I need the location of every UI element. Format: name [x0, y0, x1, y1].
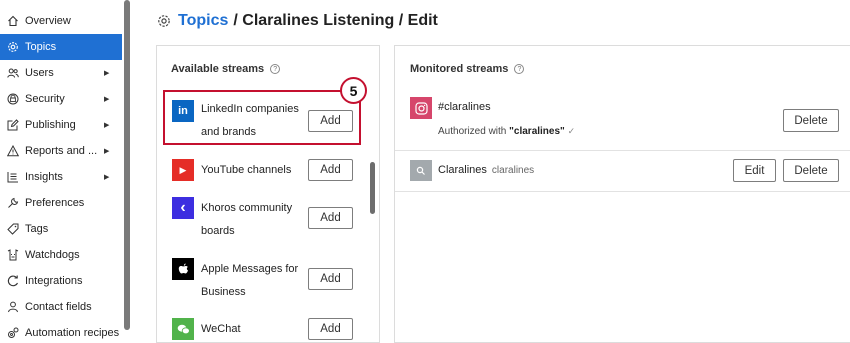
sidebar-item-label: Insights — [25, 171, 63, 183]
sidebar-item-users[interactable]: Users ▶ — [0, 60, 122, 86]
info-icon[interactable]: ? — [270, 64, 281, 74]
sidebar-item-label: Integrations — [25, 275, 83, 287]
streams-scrollbar-thumb[interactable] — [370, 162, 375, 214]
page-title: Topics / Claralines Listening / Edit — [157, 10, 438, 32]
breadcrumb-current: / Claralines Listening / Edit — [233, 12, 438, 29]
list-item-khoros: ‹ Khoros community boards Add — [157, 194, 379, 242]
sidebar-item-security[interactable]: Security ▶ — [0, 86, 122, 112]
monitored-streams-panel: Monitored streams ? — [394, 45, 850, 343]
gear-icon — [158, 15, 170, 27]
sidebar: Overview Topics Users ▶ Security ▶ Publi… — [0, 0, 123, 343]
sidebar-item-label: Watchdogs — [25, 249, 80, 261]
breadcrumb-topics-link[interactable]: Topics — [178, 12, 228, 30]
sidebar-item-label: Security — [25, 93, 65, 105]
sidebar-item-reports[interactable]: Reports and ... ▶ — [0, 138, 122, 164]
sidebar-item-automation-recipes[interactable]: Automation recipes — [0, 320, 122, 343]
instagram-icon — [410, 97, 432, 119]
khoros-icon: ‹ — [172, 197, 194, 219]
stream-label: Apple Messages for Business — [201, 263, 299, 298]
delete-instagram-button[interactable]: Delete — [783, 109, 839, 132]
automation-icon — [7, 327, 19, 339]
edit-claralines-button[interactable]: Edit — [733, 159, 776, 182]
sidebar-item-label: Tags — [25, 223, 49, 235]
wrench-icon — [7, 197, 19, 209]
chevron-right-icon: ▶ — [104, 148, 110, 155]
highlight-box — [163, 90, 361, 145]
sidebar-item-label: Reports and ... — [25, 145, 98, 157]
monitored-stream-name: Claralines claralines — [438, 164, 534, 176]
sidebar-item-integrations[interactable]: Integrations — [0, 268, 122, 294]
monitored-streams-title: Monitored streams — [410, 63, 509, 75]
info-icon[interactable]: ? — [514, 64, 525, 74]
sidebar-item-label: Publishing — [25, 119, 76, 131]
stream-label: WeChat — [201, 323, 241, 335]
chevron-right-icon: ▶ — [104, 122, 110, 129]
sidebar-item-publishing[interactable]: Publishing ▶ — [0, 112, 122, 138]
stream-label: Khoros community boards — [201, 202, 293, 237]
sidebar-item-watchdogs[interactable]: Watchdogs — [0, 242, 122, 268]
sidebar-item-contact-fields[interactable]: Contact fields — [0, 294, 122, 320]
stream-label: YouTube channels — [201, 164, 292, 176]
list-item-youtube: ▶ YouTube channels Add — [157, 158, 379, 184]
add-wechat-button[interactable]: Add — [308, 318, 353, 340]
stream-handle: claralines — [491, 165, 535, 176]
gear-icon — [7, 41, 19, 53]
sidebar-item-label: Overview — [25, 15, 71, 27]
monitored-streams-heading: Monitored streams ? — [410, 63, 525, 75]
add-youtube-button[interactable]: Add — [308, 159, 353, 181]
sidebar-item-tags[interactable]: Tags — [0, 216, 122, 242]
check-icon: ✓ — [567, 126, 576, 136]
sidebar-item-label: Users — [25, 67, 54, 79]
stream-name: Claralines — [438, 164, 487, 176]
sidebar-item-preferences[interactable]: Preferences — [0, 190, 122, 216]
sidebar-scrollbar-thumb[interactable] — [124, 0, 130, 330]
authorization-status: Authorized with "claralines" ✓ — [438, 126, 575, 137]
available-streams-title: Available streams — [171, 63, 265, 75]
available-streams-heading: Available streams ? — [171, 63, 281, 75]
apple-icon — [172, 258, 194, 280]
add-apple-messages-button[interactable]: Add — [308, 268, 353, 290]
sidebar-item-label: Topics — [25, 41, 57, 53]
person-icon — [7, 301, 19, 313]
monitored-stream-name: #claralines — [438, 101, 491, 113]
chevron-right-icon: ▶ — [104, 96, 110, 103]
row-divider — [395, 150, 850, 151]
wechat-icon — [172, 318, 194, 340]
authorized-prefix: Authorized with — [438, 126, 507, 137]
list-item-apple-messages: Apple Messages for Business Add — [157, 255, 379, 303]
add-khoros-button[interactable]: Add — [308, 207, 353, 229]
users-icon — [7, 67, 19, 79]
list-item-wechat: WeChat Add — [157, 318, 379, 343]
tag-icon — [7, 223, 19, 235]
authorized-account: "claralines" — [509, 126, 565, 137]
refresh-icon — [7, 275, 19, 287]
delete-claralines-button[interactable]: Delete — [783, 159, 839, 182]
search-icon — [410, 160, 432, 181]
warning-icon — [7, 145, 19, 157]
home-icon — [7, 15, 19, 27]
chart-icon — [7, 171, 19, 183]
youtube-icon: ▶ — [172, 159, 194, 181]
watchdog-icon — [7, 249, 19, 261]
row-divider — [395, 191, 850, 192]
sidebar-item-label: Contact fields — [25, 301, 92, 313]
sidebar-item-topics[interactable]: Topics — [0, 34, 122, 60]
sidebar-item-label: Preferences — [25, 197, 85, 209]
sidebar-item-label: Automation recipes — [25, 327, 120, 339]
chevron-right-icon: ▶ — [104, 174, 110, 181]
edit-icon — [7, 119, 19, 131]
step-badge: 5 — [340, 77, 367, 104]
sidebar-item-overview[interactable]: Overview — [0, 8, 122, 34]
shield-icon — [7, 93, 19, 105]
chevron-right-icon: ▶ — [104, 70, 110, 77]
sidebar-item-insights[interactable]: Insights ▶ — [0, 164, 122, 190]
